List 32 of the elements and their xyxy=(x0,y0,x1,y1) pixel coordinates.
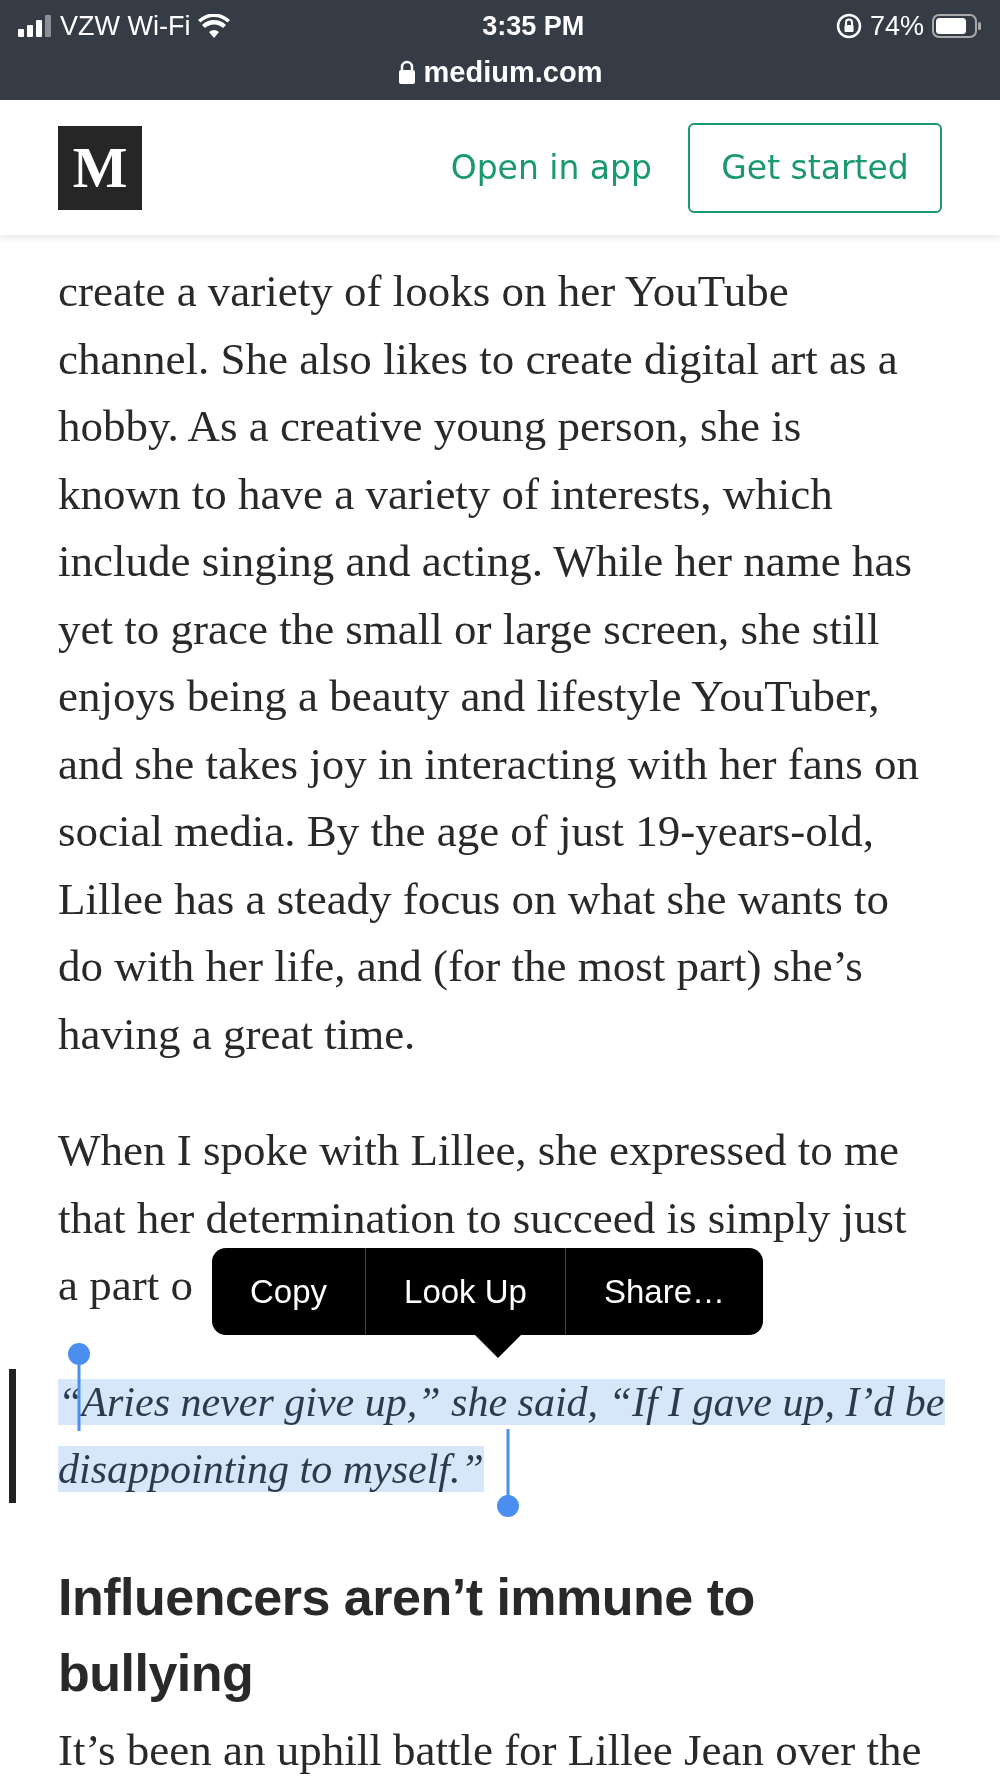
signal-icon xyxy=(18,15,52,38)
text-line: social media. By the age of just 19-years-old, xyxy=(58,805,875,858)
menu-item[interactable]: Copy xyxy=(212,1248,366,1335)
logo[interactable]: M xyxy=(58,125,142,210)
text-line: a part o xyxy=(58,1259,193,1312)
text-line: hobby. As a creative young person, she is xyxy=(58,400,802,453)
rotation-lock-icon xyxy=(835,13,862,40)
text-line: enjoys being a beauty and lifestyle YouTuber, xyxy=(58,670,880,723)
text-line: yet to grace the small or large screen, she still xyxy=(58,602,880,656)
text-line: When I spoke with Lillee, she expressed to me xyxy=(58,1124,899,1177)
text-line: that her determination to succeed is simply just xyxy=(58,1191,907,1245)
wifi-icon xyxy=(198,14,231,39)
text-line: do with her life, and (for the most part) she’s xyxy=(58,940,863,993)
text-line: create a variety of looks on her YouTube xyxy=(58,265,789,318)
text-line: include singing and acting. While her name has xyxy=(58,535,912,588)
text-line: Lillee has a steady focus on what she wants to xyxy=(58,872,890,926)
text-line: and she takes joy in interacting with her fans on xyxy=(58,737,920,791)
section-heading: Influencers aren’t immune to bullying xyxy=(58,1566,756,1704)
time-text: 3:35 PM xyxy=(482,10,585,43)
lock-icon xyxy=(397,60,416,85)
address-text: medium.com xyxy=(423,54,603,90)
text-line: channel. She also likes to create digital art as a xyxy=(58,332,898,386)
battery-percent: 74% xyxy=(869,10,924,43)
text-line: having a great time. xyxy=(58,1007,416,1061)
open-in-app-link[interactable]: Open in app xyxy=(450,142,652,193)
selection-handle[interactable] xyxy=(497,1429,519,1517)
text-line: It’s been an uphill battle for Lillee Jean over the xyxy=(58,1724,922,1775)
menu-item[interactable]: Share… xyxy=(564,1248,764,1335)
battery-icon xyxy=(932,14,982,39)
carrier-name: VZW Wi-Fi xyxy=(60,10,191,43)
text-line: known to have a variety of interests, which xyxy=(58,467,833,521)
get-started-button[interactable]: Get started xyxy=(688,122,942,213)
